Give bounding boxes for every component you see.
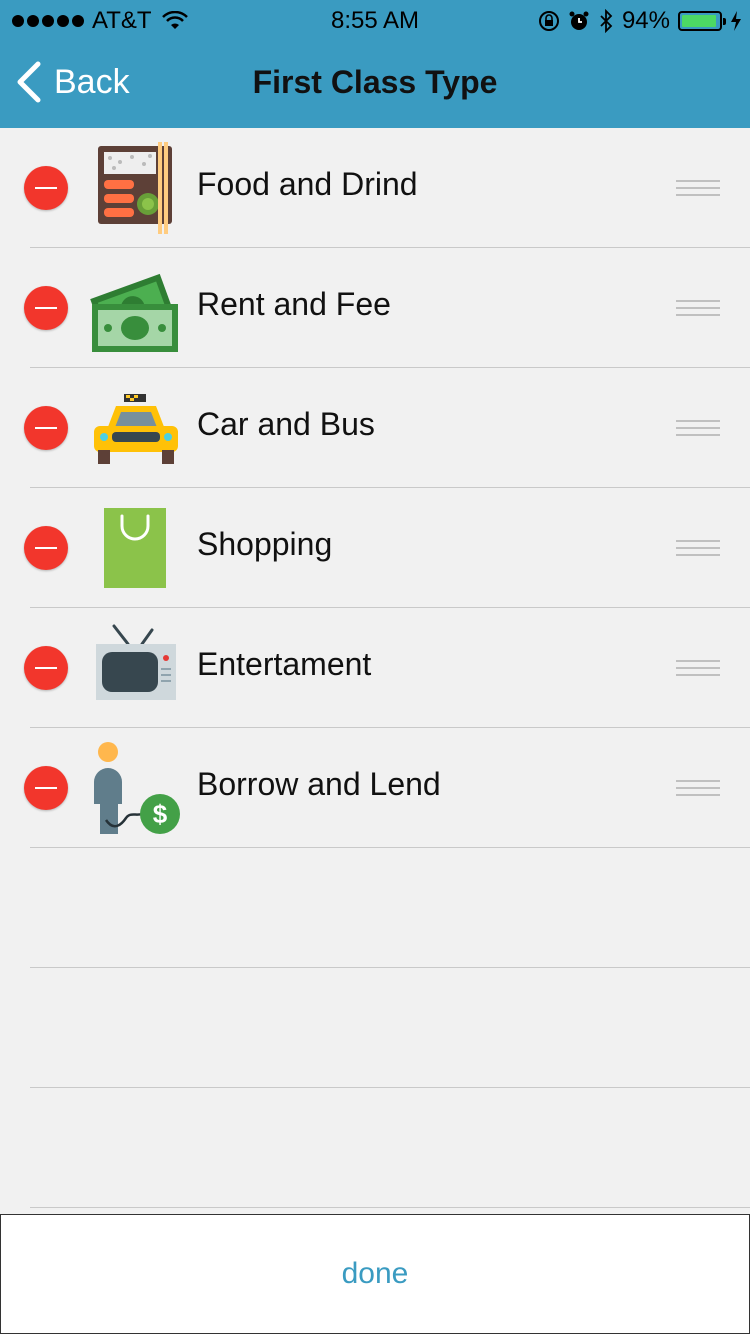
list-item: Shopping [0, 488, 750, 608]
list-item: $ Borrow and Lend [0, 728, 750, 848]
empty-row [0, 848, 750, 968]
header: AT&T 8:55 AM 94% Back First Class Type [0, 0, 750, 128]
category-label: Borrow and Lend [197, 766, 441, 802]
charging-icon [731, 11, 741, 31]
tv-icon [96, 624, 176, 700]
rotation-lock-icon [538, 11, 559, 31]
list-item: Rent and Fee [0, 248, 750, 368]
category-label: Car and Bus [197, 406, 375, 442]
category-label: Entertament [197, 646, 372, 682]
taxi-icon [94, 394, 178, 464]
done-button[interactable]: done [0, 1214, 750, 1334]
page-title: First Class Type [252, 64, 498, 100]
empty-row [0, 1088, 750, 1208]
list-item: Food and Drind [0, 128, 750, 248]
delete-button[interactable] [24, 646, 68, 690]
delete-button[interactable] [24, 406, 68, 450]
done-label: done [341, 1257, 409, 1290]
empty-row [0, 968, 750, 1088]
category-label: Food and Drind [197, 166, 418, 202]
money-bills-icon [90, 273, 178, 352]
svg-text:$: $ [153, 799, 168, 829]
category-label: Shopping [197, 526, 333, 562]
reorder-handle[interactable] [676, 300, 720, 316]
category-label: Rent and Fee [197, 286, 391, 322]
battery-percent: 94% [621, 7, 670, 34]
battery-icon [678, 11, 726, 31]
reorder-handle[interactable] [676, 540, 720, 556]
person-dollar-icon: $ [94, 742, 180, 834]
status-bar: AT&T 8:55 AM 94% [0, 0, 750, 40]
reorder-handle[interactable] [676, 180, 720, 196]
delete-button[interactable] [24, 286, 68, 330]
bento-box-icon [98, 142, 172, 234]
bluetooth-icon [600, 9, 613, 33]
alarm-icon [569, 11, 589, 30]
delete-button[interactable] [24, 526, 68, 570]
list-item: Entertament [0, 608, 750, 728]
reorder-handle[interactable] [676, 780, 720, 796]
list-item: Car and Bus [0, 368, 750, 488]
delete-button[interactable] [24, 166, 68, 210]
navigation-bar: Back First Class Type [0, 40, 750, 128]
category-list: Food and Drind Rent and Fee Car and Bus … [0, 128, 750, 1208]
reorder-handle[interactable] [676, 420, 720, 436]
shopping-bag-icon [104, 508, 166, 588]
delete-button[interactable] [24, 766, 68, 810]
reorder-handle[interactable] [676, 660, 720, 676]
